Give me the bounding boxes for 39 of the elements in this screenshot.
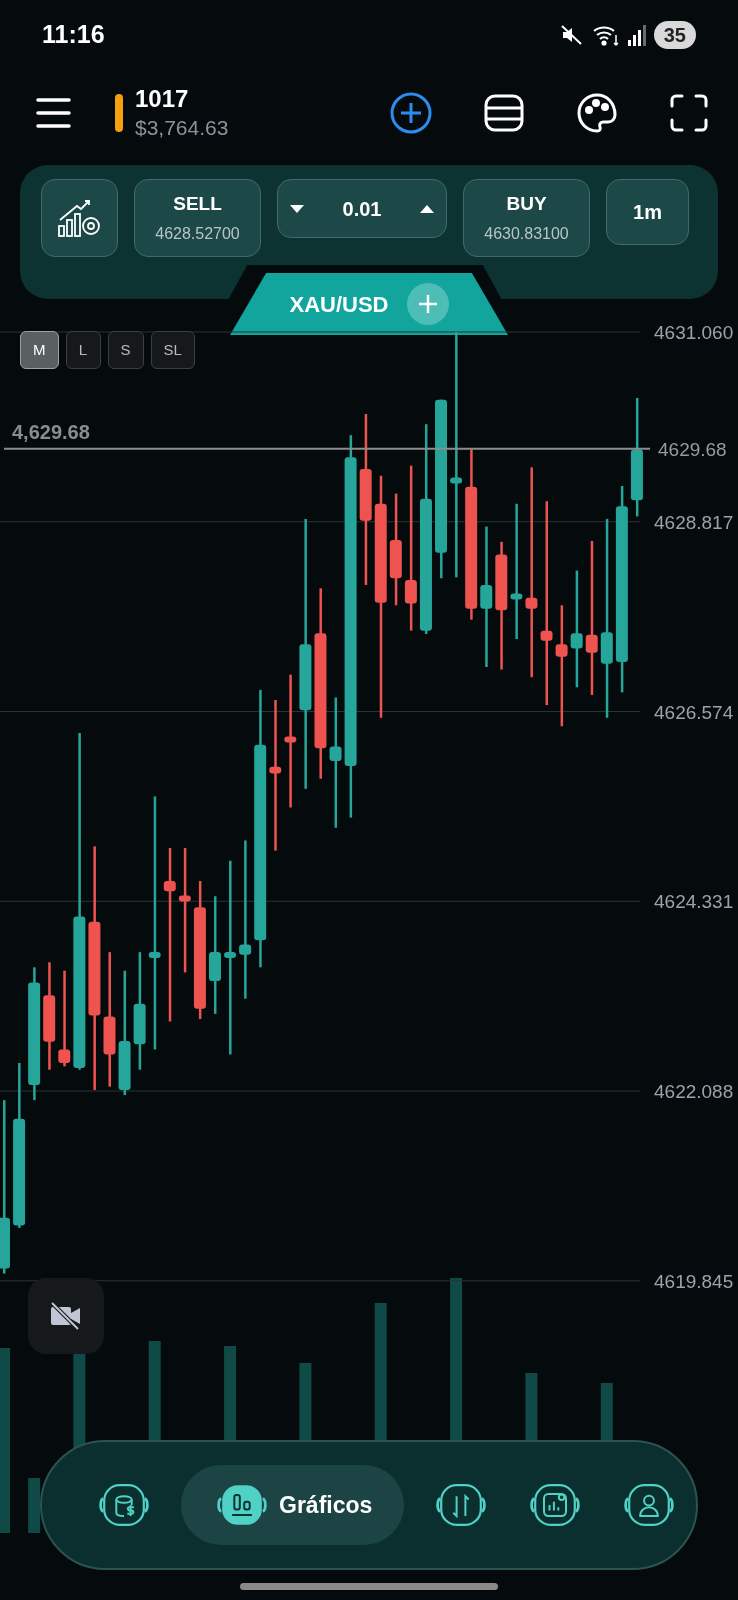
account-number: 1017 xyxy=(135,83,190,114)
lot-stepper[interactable]: 0.01 xyxy=(277,179,447,238)
y-axis-label: 4631.060 xyxy=(654,323,734,343)
add-icon[interactable] xyxy=(390,91,432,134)
nav-tab[interactable]: Gráficos xyxy=(181,1465,405,1545)
account-balance: $3,764.63 xyxy=(135,114,229,141)
camera-off-icon xyxy=(50,1301,82,1331)
buy-button[interactable]: BUY 4630.83100 xyxy=(463,179,590,257)
y-axis-label: 4628.817 xyxy=(654,511,734,533)
sell-button[interactable]: SELL 4628.52700 xyxy=(134,179,261,257)
mute-icon xyxy=(559,23,584,47)
symbol-label: XAU/USD xyxy=(289,290,389,319)
fullscreen-icon[interactable] xyxy=(670,93,708,132)
add-symbol-icon[interactable] xyxy=(406,283,449,325)
palette-icon[interactable] xyxy=(576,91,618,134)
analysis-button[interactable] xyxy=(41,179,118,257)
chart-mode-button[interactable]: M xyxy=(20,331,59,369)
status-time: 11:16 xyxy=(42,19,105,51)
y-axis-label: 4619.845 xyxy=(654,1270,734,1292)
y-axis-label: 4624.331 xyxy=(654,891,734,913)
chart-mode-button[interactable]: L xyxy=(65,331,101,369)
menu-icon[interactable] xyxy=(36,96,71,129)
current-price-label: 4629.68 xyxy=(658,438,727,460)
y-axis-label: 4622.088 xyxy=(654,1081,734,1103)
battery-indicator: 35 xyxy=(653,21,696,49)
timeframe-button[interactable]: 1m xyxy=(606,179,689,245)
wifi-icon xyxy=(591,23,620,47)
layers-icon[interactable] xyxy=(484,92,524,133)
increase-icon[interactable] xyxy=(420,203,434,214)
lot-value: 0.01 xyxy=(342,196,382,222)
decrease-icon[interactable] xyxy=(290,203,304,214)
camera-off-button[interactable] xyxy=(28,1278,104,1354)
y-axis-label: 4626.574 xyxy=(654,701,734,723)
account-marker xyxy=(115,93,123,132)
chart-mode-button[interactable]: S xyxy=(107,331,144,369)
chart-mode-button[interactable]: SL xyxy=(150,331,195,369)
chart-gear-icon xyxy=(56,198,103,238)
signal-icon xyxy=(627,24,646,46)
price-line-label: 4,629.68 xyxy=(12,420,90,443)
